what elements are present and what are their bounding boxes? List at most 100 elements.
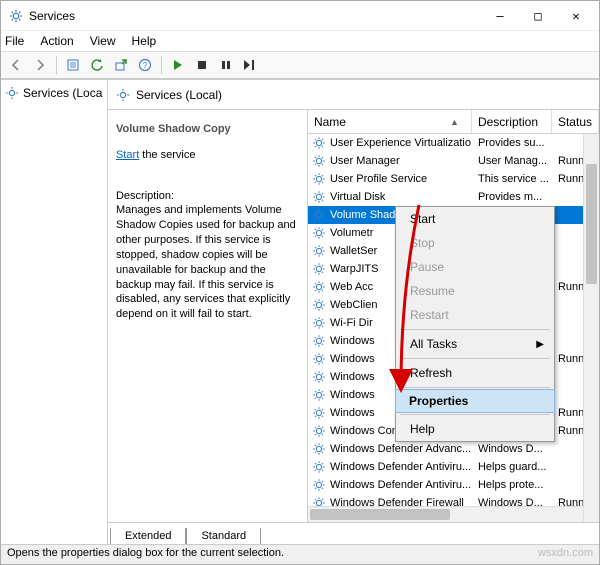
pane-title-icon <box>116 88 130 102</box>
toolbar-export-button[interactable] <box>110 54 132 76</box>
svg-text:?: ? <box>143 61 148 70</box>
tree-root-label: Services (Loca <box>23 86 102 100</box>
stop-icon <box>196 59 208 71</box>
sort-indicator-icon: ▲ <box>450 117 459 127</box>
forward-icon <box>33 58 47 72</box>
close-button[interactable]: ✕ <box>557 5 595 27</box>
toolbar-properties-button[interactable] <box>62 54 84 76</box>
service-name: User Manager <box>330 155 400 167</box>
brand-watermark: wsxdn.com <box>538 547 593 562</box>
toolbar-stop-button[interactable] <box>191 54 213 76</box>
refresh-icon <box>90 58 104 72</box>
menu-file[interactable]: File <box>5 34 24 48</box>
menu-view[interactable]: View <box>90 34 116 48</box>
column-header-name[interactable]: Name ▲ <box>308 110 472 133</box>
service-description: This service ... <box>478 173 549 185</box>
start-service-link[interactable]: Start <box>116 149 139 161</box>
service-icon <box>312 460 326 474</box>
service-description: Helps guard... <box>478 461 546 473</box>
service-name: Virtual Disk <box>330 191 385 203</box>
ctx-separator <box>400 329 550 330</box>
service-name: WalletSer <box>330 245 377 257</box>
toolbar-pause-button[interactable] <box>215 54 237 76</box>
service-name: Windows <box>330 389 375 401</box>
services-tree-icon <box>5 86 19 100</box>
toolbar-restart-button[interactable] <box>239 54 261 76</box>
service-name: User Profile Service <box>330 173 427 185</box>
toolbar-back-button[interactable] <box>5 54 27 76</box>
export-icon <box>114 58 128 72</box>
service-icon <box>312 244 326 258</box>
service-description: User Manag... <box>478 155 547 167</box>
maximize-button[interactable]: □ <box>519 5 557 27</box>
pane-title: Services (Local) <box>136 88 222 102</box>
service-icon <box>312 298 326 312</box>
ctx-refresh[interactable]: Refresh <box>396 361 554 385</box>
submenu-arrow-icon: ▶ <box>536 339 544 350</box>
service-row[interactable]: User ManagerUser Manag...Running <box>308 152 599 170</box>
horizontal-scrollbar[interactable] <box>308 506 583 522</box>
service-row[interactable]: Windows Defender Antiviru...Helps guard.… <box>308 458 599 476</box>
window-title: Services <box>29 9 75 23</box>
toolbar: ? <box>1 51 599 79</box>
toolbar-refresh-button[interactable] <box>86 54 108 76</box>
service-name: Windows <box>330 353 375 365</box>
column-header-description[interactable]: Description <box>472 110 552 133</box>
menu-action[interactable]: Action <box>40 34 73 48</box>
service-icon <box>312 478 326 492</box>
service-row[interactable]: Windows Defender Antiviru...Helps prote.… <box>308 476 599 494</box>
service-name: Web Acc <box>330 281 373 293</box>
tab-extended[interactable]: Extended <box>110 528 186 544</box>
ctx-start[interactable]: Start <box>396 207 554 231</box>
tab-standard[interactable]: Standard <box>186 528 261 544</box>
menubar: File Action View Help <box>1 31 599 51</box>
service-name: Windows Defender Antiviru... <box>330 479 471 491</box>
service-name: Windows <box>330 335 375 347</box>
start-service-text: the service <box>139 149 195 161</box>
horizontal-scroll-thumb[interactable] <box>310 509 450 520</box>
column-header-status[interactable]: Status <box>552 110 599 133</box>
service-icon <box>312 190 326 204</box>
ctx-pause[interactable]: Pause <box>396 255 554 279</box>
ctx-all-tasks[interactable]: All Tasks ▶ <box>396 332 554 356</box>
back-icon <box>9 58 23 72</box>
service-name: Windows Defender Advanc... <box>330 443 471 455</box>
ctx-properties[interactable]: Properties <box>395 389 555 413</box>
service-icon <box>312 424 326 438</box>
restart-icon <box>243 59 257 71</box>
vertical-scrollbar[interactable] <box>583 134 599 522</box>
minimize-button[interactable]: — <box>481 5 519 27</box>
service-icon <box>312 334 326 348</box>
app-icon <box>9 9 23 23</box>
ctx-stop[interactable]: Stop <box>396 231 554 255</box>
toolbar-help-button[interactable]: ? <box>134 54 156 76</box>
description-text: Manages and implements Volume Shadow Cop… <box>116 203 297 322</box>
service-icon <box>312 208 326 222</box>
service-icon <box>312 262 326 276</box>
service-name: Windows <box>330 407 375 419</box>
ctx-help[interactable]: Help <box>396 417 554 441</box>
detail-pane: Volume Shadow Copy Start the service Des… <box>108 110 308 522</box>
service-row[interactable]: User Profile ServiceThis service ...Runn… <box>308 170 599 188</box>
service-row[interactable]: Virtual DiskProvides m... <box>308 188 599 206</box>
services-window: Services — □ ✕ File Action View Help ? S… <box>0 0 600 565</box>
selected-service-name: Volume Shadow Copy <box>116 122 297 137</box>
ctx-restart[interactable]: Restart <box>396 303 554 327</box>
tree-root-services[interactable]: Services (Loca <box>3 84 105 102</box>
vertical-scroll-thumb[interactable] <box>586 164 597 284</box>
ctx-all-tasks-label: All Tasks <box>410 337 457 351</box>
menu-help[interactable]: Help <box>132 34 157 48</box>
service-icon <box>312 442 326 456</box>
ctx-resume[interactable]: Resume <box>396 279 554 303</box>
sidebar: Services (Loca <box>1 80 108 544</box>
service-row[interactable]: User Experience Virtualizatio...Provides… <box>308 134 599 152</box>
service-row[interactable]: Windows Defender Advanc...Windows D... <box>308 440 599 458</box>
toolbar-forward-button[interactable] <box>29 54 51 76</box>
toolbar-start-button[interactable] <box>167 54 189 76</box>
play-icon <box>172 59 184 71</box>
toolbar-separator <box>56 56 57 74</box>
service-icon <box>312 172 326 186</box>
help-icon: ? <box>138 58 152 72</box>
titlebar: Services — □ ✕ <box>1 1 599 31</box>
service-icon <box>312 316 326 330</box>
